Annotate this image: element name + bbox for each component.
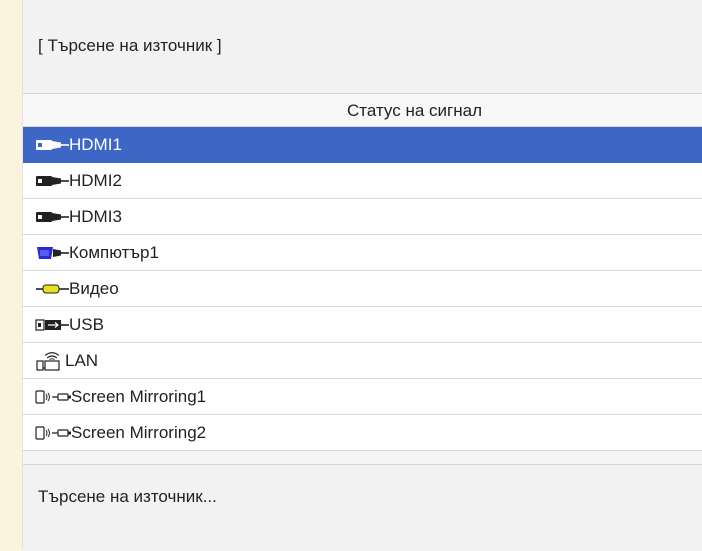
source-label: Компютър1 <box>69 242 159 262</box>
source-item-video[interactable]: Видео <box>23 271 702 307</box>
source-list: HDMI1 HDMI2 HDMI3 Компютър1 Видео USB LA… <box>23 127 702 451</box>
source-label: Screen Mirroring1 <box>71 386 207 406</box>
source-item-lan[interactable]: LAN <box>23 343 702 379</box>
source-search-panel: [ Търсене на източник ] Статус на сигнал… <box>22 0 702 551</box>
signal-status-header: Статус на сигнал <box>347 101 482 120</box>
source-label: HDMI3 <box>69 206 122 226</box>
source-label: USB <box>69 314 104 334</box>
title-bar: [ Търсене на източник ] <box>23 0 702 94</box>
source-label: HDMI1 <box>69 134 122 154</box>
source-label: LAN <box>65 350 99 370</box>
source-item-hdmi3[interactable]: HDMI3 <box>23 199 702 235</box>
source-item-hdmi1[interactable]: HDMI1 <box>23 127 702 163</box>
status-bar: Търсене на източник... <box>23 464 702 551</box>
source-item-screen-mirroring1[interactable]: Screen Mirroring1 <box>23 379 702 415</box>
column-header: Статус на сигнал <box>23 94 702 127</box>
source-label: Screen Mirroring2 <box>71 422 207 442</box>
source-item-computer1[interactable]: Компютър1 <box>23 235 702 271</box>
source-label: HDMI2 <box>69 170 122 190</box>
source-item-usb[interactable]: USB <box>23 307 702 343</box>
source-label: Видео <box>69 278 119 298</box>
search-status-text: Търсене на източник... <box>38 487 217 506</box>
source-item-hdmi2[interactable]: HDMI2 <box>23 163 702 199</box>
page-title: [ Търсене на източник ] <box>38 36 222 55</box>
source-item-screen-mirroring2[interactable]: Screen Mirroring2 <box>23 415 702 451</box>
